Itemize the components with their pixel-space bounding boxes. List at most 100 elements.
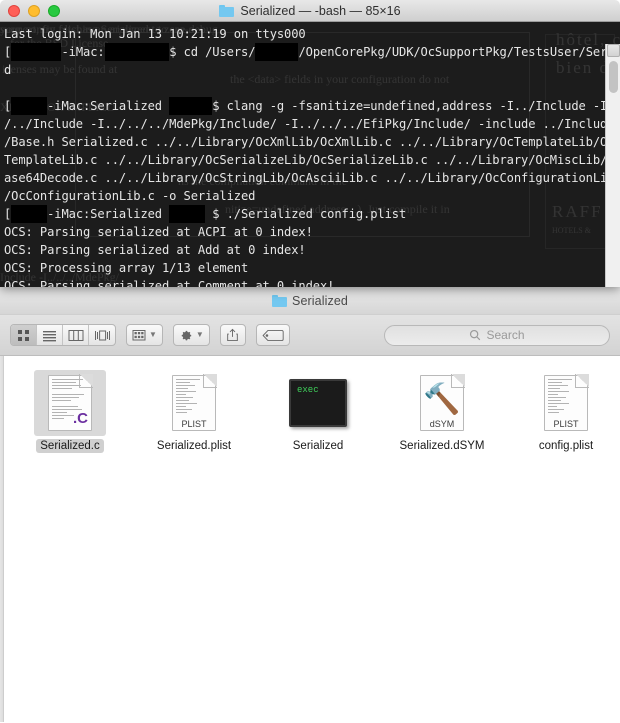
redacted-text: ██████ <box>169 97 213 115</box>
terminal-title-label: Serialized — -bash — 85×16 <box>240 3 401 18</box>
chevron-down-icon: ▼ <box>195 330 204 339</box>
action-gear-button[interactable]: ▼ <box>172 324 210 346</box>
traffic-lights <box>8 4 60 17</box>
terminal-line: OCS: Parsing serialized at ACPI at 0 ind… <box>4 223 616 241</box>
search-icon <box>470 329 481 341</box>
share-button[interactable] <box>219 324 246 346</box>
file-name-label: config.plist <box>538 440 594 452</box>
terminal-title-group: Serialized — -bash — 85×16 <box>0 4 620 18</box>
scrollbar-thumb[interactable] <box>609 61 618 93</box>
redacted-text: █████ <box>169 205 206 223</box>
view-mode-segmented-control[interactable] <box>10 324 116 346</box>
minimize-button[interactable] <box>28 4 40 17</box>
terminal-text: OCS: Parsing serialized at Add at 0 inde… <box>4 243 306 257</box>
terminal-text: -iMac: <box>61 45 105 59</box>
terminal-text: /../Include -I../../../MdePkg/Include/ -… <box>4 117 615 131</box>
terminal-line: OCS: Parsing serialized at Comment at 0 … <box>4 277 616 287</box>
terminal-line: TemplateLib.c ../../Library/OcSerializeL… <box>4 151 616 169</box>
search-placeholder: Search <box>486 328 525 342</box>
terminal-text: OCS: Parsing serialized at Comment at 0 … <box>4 279 335 287</box>
terminal-output[interactable]: Last login: Mon Jan 13 10:21:19 on ttys0… <box>0 22 620 287</box>
terminal-body[interactable]: for the BSD License icenses may be found… <box>0 22 620 287</box>
terminal-line: [█████-iMac:Serialized █████ $ ./Seriali… <box>4 205 616 223</box>
coverflow-icon <box>94 330 110 340</box>
file-name-label: Serialized.c <box>36 439 104 453</box>
file-badge-label: PLIST <box>553 419 579 429</box>
terminal-text: ase64Decode.c ../../Library/OcStringLib/… <box>4 171 615 185</box>
redacted-text: █████████ <box>104 43 170 61</box>
finder-window: Serialized ▼ ▼ Search .C Serialized.c PL… <box>0 286 620 723</box>
file-name-label: Serialized <box>292 440 344 452</box>
c-source-file-icon: .C <box>48 374 93 431</box>
list-view-button[interactable] <box>37 325 63 345</box>
file-icon-thumb: .C <box>34 370 106 436</box>
redacted-text: █████ <box>11 97 48 115</box>
terminal-text: -iMac:Serialized <box>47 99 170 113</box>
terminal-line: /Base.h Serialized.c ../../Library/OcXml… <box>4 133 616 151</box>
finder-toolbar: ▼ ▼ Search <box>0 315 620 356</box>
terminal-text: $ cd /Users/ <box>169 45 256 59</box>
hammer-icon: 🔨 <box>423 382 461 417</box>
terminal-line: OCS: Processing array 1/13 element <box>4 259 616 277</box>
plist-file-icon: PLIST <box>544 374 589 431</box>
folder-icon <box>272 294 288 307</box>
list-item[interactable]: PLIST config.plist <box>520 370 612 453</box>
terminal-text: $ ./Serialized config.plist <box>205 207 407 221</box>
terminal-text: d <box>4 63 12 77</box>
terminal-text: OCS: Processing array 1/13 element <box>4 261 249 275</box>
list-item[interactable]: 🔨 dSYM Serialized.dSYM <box>396 370 488 453</box>
list-item[interactable]: exec Serialized <box>272 370 364 453</box>
terminal-text: /OcConfigurationLib.c -o Serialized <box>4 189 256 203</box>
search-input[interactable]: Search <box>384 324 610 346</box>
terminal-text: Last login: Mon Jan 13 10:21:19 on ttys0… <box>4 27 306 41</box>
terminal-text: /OpenCorePkg/UDK/OcSupportPkg/TestsUser/… <box>298 45 620 59</box>
redacted-text: ██████ <box>255 43 299 61</box>
plist-file-icon: PLIST <box>172 374 217 431</box>
redacted-text: █████ <box>11 205 48 223</box>
terminal-text: OCS: Parsing serialized at ACPI at 0 ind… <box>4 225 313 239</box>
file-icon-thumb: 🔨 dSYM <box>406 370 478 436</box>
list-icon <box>43 330 56 341</box>
terminal-window: Serialized — -bash — 85×16 for the BSD L… <box>0 0 620 287</box>
finder-titlebar[interactable]: Serialized <box>0 287 620 315</box>
tag-icon <box>262 329 284 341</box>
terminal-text: $ clang -g -fsanitize=undefined,address … <box>212 99 620 113</box>
maximize-button[interactable] <box>48 4 60 17</box>
terminal-line: ase64Decode.c ../../Library/OcStringLib/… <box>4 169 616 187</box>
close-button[interactable] <box>8 4 20 17</box>
list-item[interactable]: .C Serialized.c <box>24 370 116 453</box>
terminal-line: OCS: Parsing serialized at Add at 0 inde… <box>4 241 616 259</box>
column-view-button[interactable] <box>63 325 89 345</box>
chevron-down-icon: ▼ <box>149 330 157 339</box>
file-icon-thumb: PLIST <box>158 370 230 436</box>
terminal-line: d <box>4 61 616 79</box>
finder-title-label: Serialized <box>292 293 348 308</box>
terminal-scrollbar[interactable] <box>605 44 620 287</box>
terminal-titlebar[interactable]: Serialized — -bash — 85×16 <box>0 0 620 22</box>
file-badge-label: dSYM <box>429 419 455 429</box>
icon-view-button[interactable] <box>11 325 37 345</box>
grid-icon <box>18 329 29 341</box>
coverflow-view-button[interactable] <box>89 325 115 345</box>
arrange-by-button[interactable]: ▼ <box>126 324 163 346</box>
file-name-label: Serialized.plist <box>156 440 232 452</box>
terminal-line: /OcConfigurationLib.c -o Serialized <box>4 187 616 205</box>
file-badge-label: .C <box>73 410 88 427</box>
file-icon-thumb: exec <box>282 370 354 436</box>
finder-content-area: .C Serialized.c PLIST Serialized.plist e… <box>0 356 620 722</box>
redacted-text: ███████ <box>11 43 62 61</box>
terminal-text: -iMac:Serialized <box>47 207 170 221</box>
tag-button[interactable] <box>255 324 290 346</box>
arrange-grid-icon <box>132 329 146 340</box>
folder-icon <box>219 4 235 17</box>
file-name-label: Serialized.dSYM <box>399 440 485 452</box>
scrollbar-cap-icon[interactable] <box>607 44 620 57</box>
list-item[interactable]: PLIST Serialized.plist <box>148 370 240 453</box>
file-icon-thumb: PLIST <box>530 370 602 436</box>
dsym-file-icon: 🔨 dSYM <box>420 374 465 431</box>
terminal-line: /../Include -I../../../MdePkg/Include/ -… <box>4 115 616 133</box>
file-grid: .C Serialized.c PLIST Serialized.plist e… <box>4 356 620 722</box>
terminal-line: Last login: Mon Jan 13 10:21:19 on ttys0… <box>4 25 616 43</box>
executable-file-icon: exec <box>289 379 347 427</box>
